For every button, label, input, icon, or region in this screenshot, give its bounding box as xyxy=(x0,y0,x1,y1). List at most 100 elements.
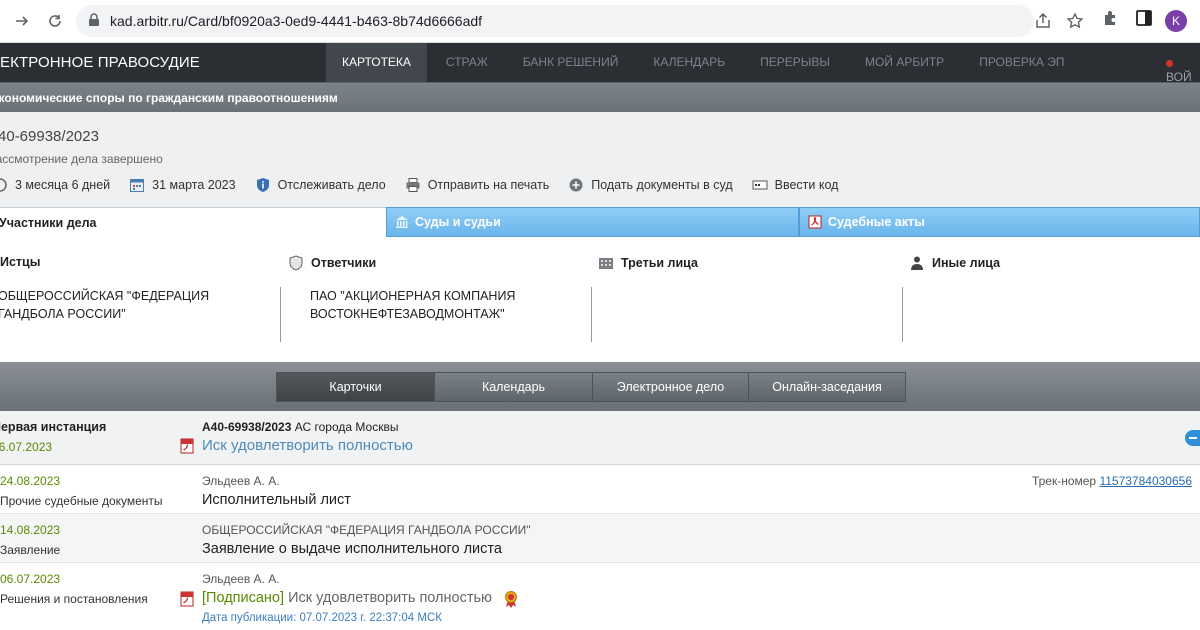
document-title: Исполнительный лист xyxy=(202,492,351,508)
shield-icon xyxy=(288,255,304,271)
track-case-button[interactable]: Отслеживать дело xyxy=(255,177,386,193)
court-building-icon xyxy=(395,215,409,229)
plaintiffs-column: Истцы ОБЩЕРОССИЙСКАЯ "ФЕДЕРАЦИЯ ГАНДБОЛА… xyxy=(0,237,280,362)
tab-acts[interactable]: Судебные акты xyxy=(799,207,1200,237)
document-author: ОБЩЕРОССИЙСКАЯ "ФЕДЕРАЦИЯ ГАНДБОЛА РОССИ… xyxy=(202,523,531,537)
case-actions: 3 месяца 6 дней 31 марта 2023 Отслеживат… xyxy=(0,177,857,193)
third-parties-title: Третьи лица xyxy=(621,256,698,270)
forward-icon[interactable] xyxy=(8,7,36,35)
document-author: Эльдеев А. А. xyxy=(202,474,280,488)
submit-documents-button[interactable]: Подать документы в суд xyxy=(568,177,733,193)
document-type: Заявление xyxy=(0,543,61,557)
top-nav: КАРТОТЕКА СТРАЖ БАНК РЕШЕНИЙ КАЛЕНДАРЬ П… xyxy=(326,43,1083,82)
document-row: 24.08.2023 Прочие судебные документы Эль… xyxy=(0,465,1200,514)
instance-header: Первая инстанция 06.07.2023 А40-69938/20… xyxy=(0,411,1200,465)
duration-item: 3 месяца 6 дней xyxy=(0,177,110,193)
category-bar: Экономические споры по гражданским право… xyxy=(0,82,1200,112)
view-switcher: Карточки Календарь Электронное дело Онла… xyxy=(276,372,906,402)
case-number: А40-69938/2023 xyxy=(0,128,99,145)
column-divider xyxy=(280,287,281,342)
site-title[interactable]: ЕКТРОННОЕ ПРАВОСУДИЕ xyxy=(0,54,200,71)
nav-kartoteka[interactable]: КАРТОТЕКА xyxy=(326,43,427,82)
document-date: 24.08.2023 xyxy=(0,474,61,488)
document-date: 06.07.2023 xyxy=(0,572,61,586)
third-parties-column: Третьи лица xyxy=(591,237,902,362)
defendant-name[interactable]: ПАО "АКЦИОНЕРНАЯ КОМПАНИЯ ВОСТОКНЕФТЕЗАВ… xyxy=(310,287,550,323)
instance-result-link[interactable]: Иск удовлетворить полностью xyxy=(202,437,413,454)
track-label: Трек-номер xyxy=(1031,474,1097,488)
tab-courts-label: Суды и судьи xyxy=(415,215,501,229)
person-icon xyxy=(909,255,925,271)
extensions-icon[interactable] xyxy=(1101,8,1121,33)
print-label: Отправить на печать xyxy=(427,178,550,192)
collapse-icon[interactable] xyxy=(1185,430,1200,446)
document-date: 14.08.2023 xyxy=(0,523,61,537)
case-tabs: Участники дела Суды и судьи Судебные акт… xyxy=(0,207,1200,237)
document-title: Заявление о выдаче исполнительного листа xyxy=(202,541,502,557)
tab-participants[interactable]: Участники дела xyxy=(0,207,386,237)
site-header: ЕКТРОННОЕ ПРАВОСУДИЕ КАРТОТЕКА СТРАЖ БАН… xyxy=(0,43,1200,84)
nav-pereryvy[interactable]: ПЕРЕРЫВЫ xyxy=(744,43,846,82)
browser-toolbar: kad.arbitr.ru/Card/bf0920a3-0ed9-4441-b4… xyxy=(0,0,1200,43)
shield-info-icon xyxy=(255,177,271,193)
profile-avatar[interactable]: K xyxy=(1165,10,1187,32)
track-case-label: Отслеживать дело xyxy=(277,178,386,192)
url-text: kad.arbitr.ru/Card/bf0920a3-0ed9-4441-b4… xyxy=(110,13,483,29)
clock-icon xyxy=(0,177,8,193)
instance-name: Первая инстанция xyxy=(0,420,107,434)
instance-case: А40-69938/2023 АС города Москвы xyxy=(202,420,398,434)
duration-text: 3 месяца 6 дней xyxy=(15,178,111,192)
plaintiffs-heading: Истцы xyxy=(0,255,40,269)
reload-icon[interactable] xyxy=(41,7,69,35)
other-persons-title: Иные лица xyxy=(932,256,1001,270)
nav-strazh[interactable]: СТРАЖ xyxy=(430,43,504,82)
document-type: Решения и постановления xyxy=(0,592,148,606)
enter-code-label: Ввести код xyxy=(774,178,839,192)
document-title-link[interactable]: [Подписано] Иск удовлетворить полностью xyxy=(202,590,492,606)
nav-kalendar[interactable]: КАЛЕНДАРЬ xyxy=(637,43,741,82)
signed-label: [Подписано] xyxy=(202,590,285,606)
nav-moy-arbitr[interactable]: МОЙ АРБИТР xyxy=(849,43,960,82)
printer-icon xyxy=(405,177,421,193)
document-row: 14.08.2023 Заявление ОБЩЕРОССИЙСКАЯ "ФЕД… xyxy=(0,514,1200,563)
plaintiffs-title: Истцы xyxy=(0,255,41,269)
column-divider xyxy=(902,287,903,342)
document-row: 06.07.2023 Решения и постановления Эльде… xyxy=(0,563,1200,630)
plaintiff-name[interactable]: ОБЩЕРОССИЙСКАЯ "ФЕДЕРАЦИЯ ГАНДБОЛА РОССИ… xyxy=(0,287,228,323)
instance-court: АС города Москвы xyxy=(294,420,399,434)
side-panel-icon[interactable] xyxy=(1134,8,1154,33)
pdf-icon[interactable] xyxy=(180,591,194,612)
tab-courts[interactable]: Суды и судьи xyxy=(386,207,799,237)
case-status: Рассмотрение дела завершено xyxy=(0,152,163,166)
share-icon[interactable] xyxy=(1034,12,1052,35)
document-type: Прочие судебные документы xyxy=(0,494,163,508)
instance-case-number[interactable]: А40-69938/2023 xyxy=(202,420,291,434)
defendants-column: Ответчики ПАО "АКЦИОНЕРНАЯ КОМПАНИЯ ВОСТ… xyxy=(280,237,591,362)
defendants-title: Ответчики xyxy=(311,256,377,270)
address-bar[interactable]: kad.arbitr.ru/Card/bf0920a3-0ed9-4441-b4… xyxy=(76,5,1084,37)
building-icon xyxy=(598,255,614,271)
calendar-icon xyxy=(129,177,145,193)
track-number-link[interactable]: 11573784030656 xyxy=(1099,474,1192,488)
view-calendar-button[interactable]: Календарь xyxy=(435,373,593,401)
case-info: А40-69938/2023 Рассмотрение дела заверше… xyxy=(0,112,1200,207)
view-cards-button[interactable]: Карточки xyxy=(277,373,435,401)
login-link[interactable]: ВОЙ xyxy=(1166,56,1200,84)
view-electronic-case-button[interactable]: Электронное дело xyxy=(593,373,749,401)
enter-code-button[interactable]: Ввести код xyxy=(752,177,839,193)
nav-bank-resheniy[interactable]: БАНК РЕШЕНИЙ xyxy=(507,43,635,82)
print-button[interactable]: Отправить на печать xyxy=(405,177,550,193)
view-online-hearings-button[interactable]: Онлайн-заседания xyxy=(749,373,905,401)
pdf-icon[interactable] xyxy=(180,438,194,459)
lock-icon xyxy=(88,13,100,32)
nav-proverka-ep[interactable]: ПРОВЕРКА ЭП xyxy=(963,43,1080,82)
award-seal-icon xyxy=(503,590,519,613)
other-persons-heading: Иные лица xyxy=(909,255,1000,271)
plus-circle-icon xyxy=(568,177,584,193)
defendants-heading: Ответчики xyxy=(288,255,376,271)
date-item: 31 марта 2023 xyxy=(129,177,236,193)
bookmark-star-icon[interactable] xyxy=(1066,12,1084,35)
view-switcher-bar: Карточки Календарь Электронное дело Онла… xyxy=(0,362,1200,411)
publication-date: Дата публикации: 07.07.2023 г. 22:37:04 … xyxy=(202,612,442,624)
tab-acts-label: Судебные акты xyxy=(828,215,925,229)
